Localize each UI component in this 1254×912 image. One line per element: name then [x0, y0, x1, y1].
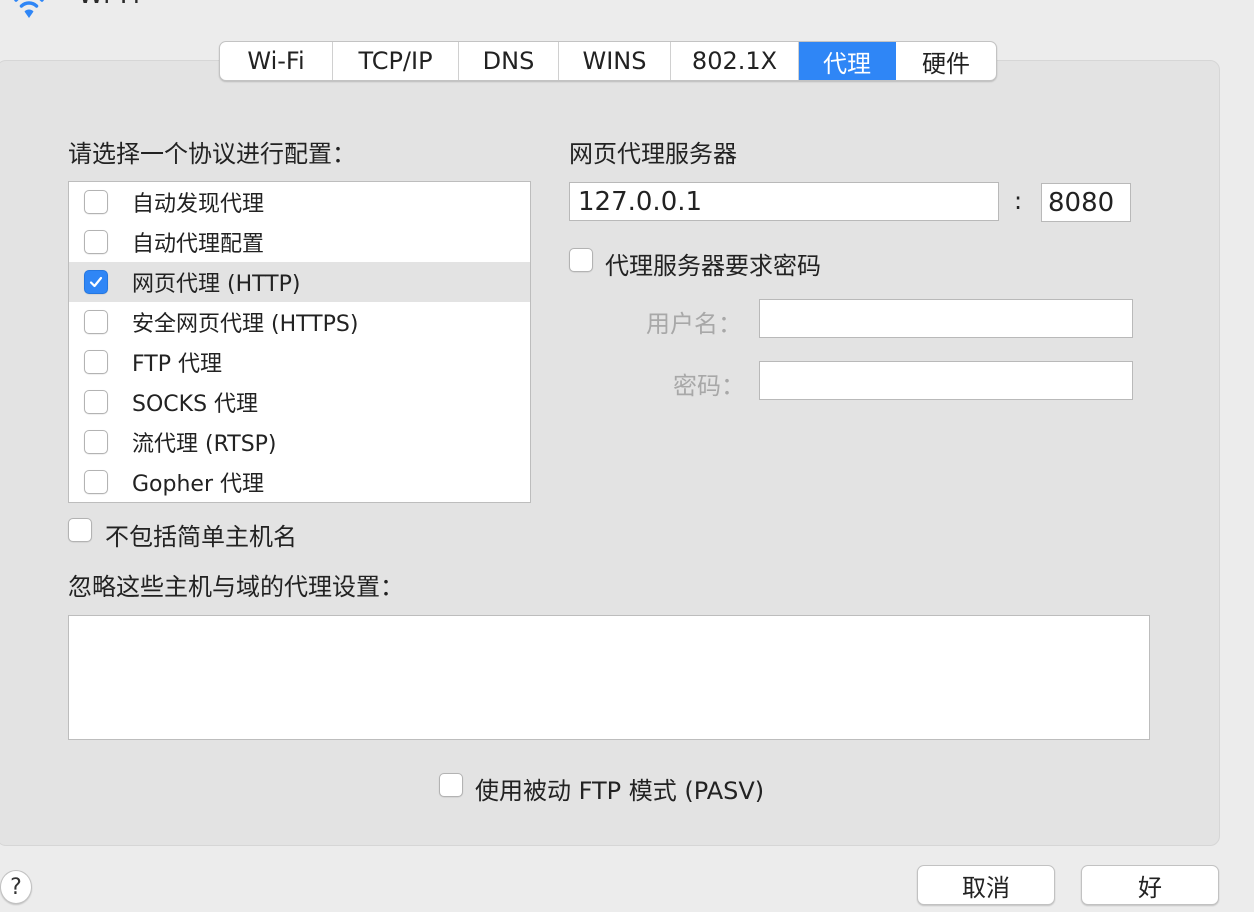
- protocol-label: Gopher 代理: [132, 472, 264, 497]
- protocol-checkbox[interactable]: [84, 350, 108, 374]
- list-item[interactable]: 流代理 (RTSP): [69, 422, 530, 462]
- protocol-label: 自动代理配置: [132, 232, 265, 257]
- tab-hardware[interactable]: 硬件: [896, 42, 996, 80]
- list-item[interactable]: SOCKS 代理: [69, 382, 530, 422]
- protocol-label: SOCKS 代理: [132, 392, 259, 417]
- tab-bar: Wi-Fi TCP/IP DNS WINS 802.1X 代理 硬件: [219, 41, 997, 81]
- require-password-label: 代理服务器要求密码: [605, 252, 821, 280]
- protocol-checkbox[interactable]: [84, 230, 108, 254]
- protocol-label: 安全网页代理 (HTTPS): [132, 312, 359, 337]
- passive-ftp-checkbox[interactable]: [439, 773, 463, 797]
- protocol-checkbox[interactable]: [84, 390, 108, 414]
- list-item[interactable]: Gopher 代理: [69, 462, 530, 502]
- protocol-list-heading: 请选择一个协议进行配置：: [68, 140, 356, 168]
- protocol-checkbox[interactable]: [84, 470, 108, 494]
- tab-wins[interactable]: WINS: [559, 42, 671, 80]
- tab-dns[interactable]: DNS: [459, 42, 559, 80]
- list-item[interactable]: 自动发现代理: [69, 182, 530, 222]
- protocol-checkbox[interactable]: [84, 190, 108, 214]
- tab-proxies[interactable]: 代理: [799, 42, 896, 80]
- network-advanced-window: Wi-Fi Wi-Fi TCP/IP DNS WINS 802.1X 代理 硬件…: [0, 0, 1254, 912]
- list-item[interactable]: 网页代理 (HTTP): [69, 262, 530, 302]
- password-field[interactable]: [759, 361, 1133, 400]
- proxy-port-field[interactable]: 8080: [1041, 183, 1131, 222]
- bypass-heading: 忽略这些主机与域的代理设置：: [68, 573, 404, 601]
- password-label: 密码：: [673, 372, 745, 400]
- list-item[interactable]: 安全网页代理 (HTTPS): [69, 302, 530, 342]
- protocol-checkbox[interactable]: [84, 430, 108, 454]
- passive-ftp-label: 使用被动 FTP 模式 (PASV): [475, 777, 765, 805]
- proxy-server-heading: 网页代理服务器: [569, 140, 737, 168]
- proxy-address-field[interactable]: 127.0.0.1: [569, 182, 999, 221]
- help-button[interactable]: ?: [0, 870, 32, 904]
- list-item[interactable]: 自动代理配置: [69, 222, 530, 262]
- list-item[interactable]: FTP 代理: [69, 342, 530, 382]
- protocol-label: FTP 代理: [132, 352, 222, 377]
- username-field[interactable]: [759, 299, 1133, 338]
- username-label: 用户名：: [646, 310, 742, 338]
- require-password-checkbox[interactable]: [569, 248, 593, 272]
- tab-8021x[interactable]: 802.1X: [671, 42, 799, 80]
- protocol-checkbox[interactable]: [84, 270, 108, 294]
- protocol-list[interactable]: 自动发现代理 自动代理配置 网页代理 (HTTP) 安全网页代理 (HTTPS)…: [68, 181, 531, 503]
- wifi-icon: [14, 0, 44, 18]
- exclude-simple-hostnames-checkbox[interactable]: [68, 518, 92, 542]
- port-separator: :: [1014, 187, 1023, 215]
- cancel-button[interactable]: 取消: [917, 865, 1055, 905]
- window-title: Wi-Fi: [78, 0, 140, 10]
- protocol-label: 网页代理 (HTTP): [132, 272, 301, 297]
- exclude-simple-hostnames-label: 不包括简单主机名: [105, 523, 297, 551]
- protocol-label: 流代理 (RTSP): [132, 432, 277, 457]
- protocol-checkbox[interactable]: [84, 310, 108, 334]
- bypass-hosts-textarea[interactable]: [68, 615, 1150, 740]
- tab-wifi[interactable]: Wi-Fi: [220, 42, 333, 80]
- protocol-label: 自动发现代理: [132, 192, 265, 217]
- tab-tcpip[interactable]: TCP/IP: [333, 42, 459, 80]
- ok-button[interactable]: 好: [1081, 865, 1219, 905]
- checkmark-icon: [89, 276, 103, 288]
